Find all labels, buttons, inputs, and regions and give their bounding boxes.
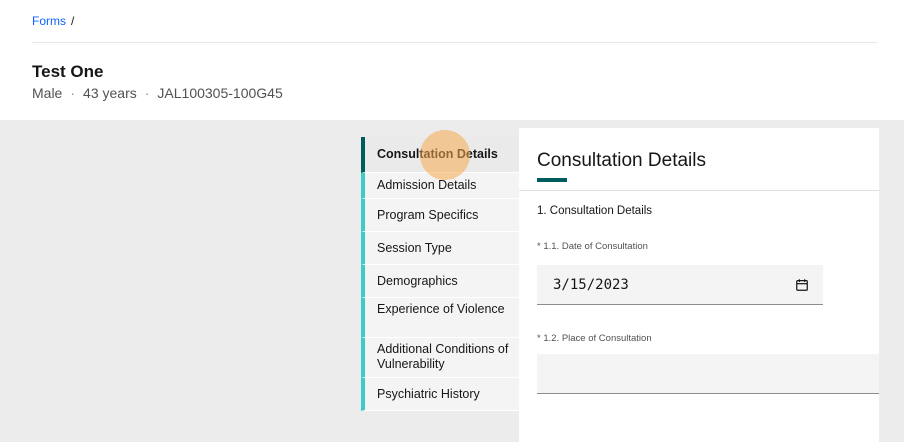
form-panel: Consultation Details 1. Consultation Det…	[519, 128, 879, 442]
step-label: Admission Details	[377, 178, 477, 192]
cursor-highlight	[420, 130, 470, 180]
top-bar: Forms /	[0, 0, 904, 44]
panel-divider	[519, 190, 879, 191]
patient-age: 43 years	[83, 85, 137, 101]
step-experience-of-violence[interactable]: Experience of Violence	[361, 298, 519, 338]
step-additional-conditions[interactable]: Additional Conditions of Vulnerability	[361, 338, 519, 378]
patient-id: JAL100305-100G45	[157, 85, 283, 101]
calendar-icon[interactable]	[795, 278, 809, 292]
step-label: Additional Conditions of Vulnerability	[377, 342, 509, 371]
step-session-type[interactable]: Session Type	[361, 232, 519, 265]
date-of-consultation-input[interactable]: 3/15/2023	[537, 265, 823, 305]
date-field-label: * 1.1. Date of Consultation	[537, 241, 648, 252]
patient-sex: Male	[32, 85, 63, 101]
title-underline	[537, 178, 567, 182]
patient-name: Test One	[32, 62, 104, 81]
form-title: Consultation Details	[537, 150, 706, 171]
breadcrumb-separator: /	[71, 14, 75, 28]
step-label: Program Specifics	[377, 207, 479, 222]
place-field-label: * 1.2. Place of Consultation	[537, 333, 652, 344]
place-label-text: 1.2. Place of Consultation	[543, 333, 652, 344]
meta-separator: ·	[70, 85, 76, 101]
breadcrumb-forms-link[interactable]: Forms	[32, 14, 66, 28]
date-value: 3/15/2023	[553, 276, 629, 293]
step-label: Session Type	[377, 240, 452, 255]
meta-separator: ·	[144, 85, 150, 101]
patient-header: Test One Male · 43 years · JAL100305-100…	[32, 62, 283, 101]
step-label: Demographics	[377, 273, 458, 288]
step-psychiatric-history[interactable]: Psychiatric History	[361, 378, 519, 411]
step-label: Experience of Violence	[377, 302, 505, 316]
step-program-specifics[interactable]: Program Specifics	[361, 199, 519, 232]
header-divider	[32, 42, 877, 43]
section-title: 1. Consultation Details	[537, 205, 653, 217]
breadcrumb: Forms /	[32, 14, 74, 28]
place-of-consultation-input[interactable]	[537, 354, 879, 394]
step-demographics[interactable]: Demographics	[361, 265, 519, 298]
required-marker: *	[537, 333, 541, 344]
date-label-text: 1.1. Date of Consultation	[543, 241, 648, 252]
required-marker: *	[537, 241, 541, 252]
patient-meta: Male · 43 years · JAL100305-100G45	[32, 85, 283, 101]
step-label: Psychiatric History	[377, 386, 480, 401]
